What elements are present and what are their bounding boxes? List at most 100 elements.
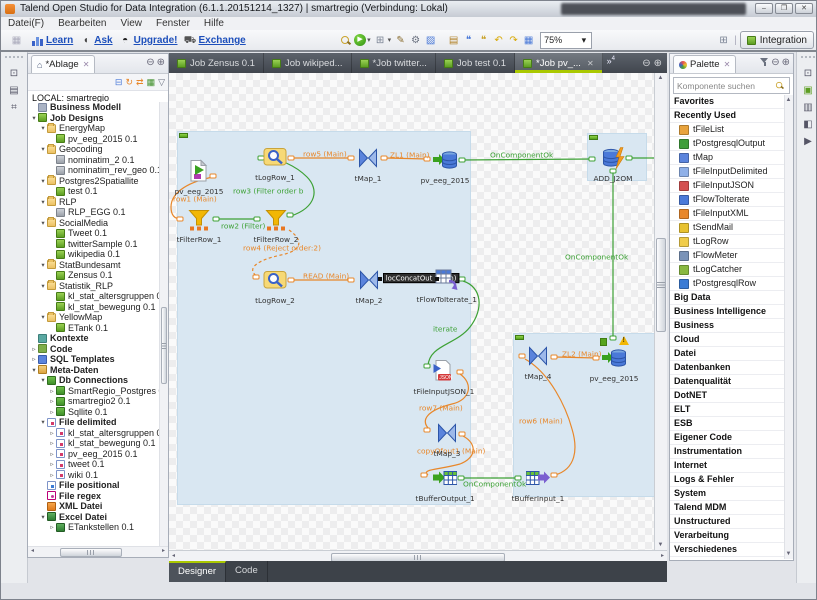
editor-tab-4[interactable]: Job test 0.1 [436,53,515,73]
view-menu-icon[interactable]: ▽ [158,75,165,89]
palette-item-tflowtoiterate[interactable]: tFlowToIterate [670,193,785,207]
palette-category-dotnet[interactable]: DotNET [670,389,785,403]
palette-category-datenqualit-t[interactable]: Datenqualität [670,375,785,389]
expander-closed-icon[interactable]: ▹ [48,397,56,405]
tab-designer[interactable]: Designer [169,561,226,582]
palette-item-tfileinputxml[interactable]: tFileInputXML [670,207,785,221]
fast-view-icon[interactable]: ▶ [800,135,816,149]
expander-open-icon[interactable]: ▾ [39,513,47,521]
link-label[interactable]: OnComponentOk [490,151,553,159]
minimize-view-icon[interactable]: ⊖ [771,57,779,68]
tab-code[interactable]: Code [226,561,268,582]
tab-ablage[interactable]: ⌂ *Ablage ✕ [31,55,95,73]
component-tLogRow_2[interactable]: tLogRow_2 [243,268,307,305]
tree-item-sqllite-0-1[interactable]: ▹Sqllite 0.1 [28,407,160,418]
selection-handle[interactable] [378,277,382,281]
tree-item-tweet-0-1[interactable]: Tweet 0.1 [28,228,160,239]
palette-item-tpostgresqlrow[interactable]: tPostgresqlRow [670,277,785,291]
import-items-icon[interactable]: ▤ [447,34,460,47]
maximize-view-icon[interactable]: ⊕ [654,58,662,69]
redo-icon[interactable]: ↷ [507,34,520,47]
expander-open-icon[interactable]: ▾ [39,124,47,132]
expander-closed-icon[interactable]: ▹ [30,345,38,353]
tree-item-xml-datei[interactable]: XML Datei [28,501,160,512]
component-pv_eeg_2015_file[interactable]: pv_eeg_2015 [169,159,231,196]
close-icon[interactable]: ✕ [724,60,731,69]
component-tMap_3[interactable]: tMap_3 [415,421,479,458]
scroll-right-icon[interactable]: ▸ [658,552,667,561]
palette-item-tflowmeter[interactable]: tFlowMeter [670,249,785,263]
component-tFileInputJSON_1[interactable]: JSONtFileInputJSON_1 [411,359,475,396]
expander-closed-icon[interactable]: ▹ [48,460,56,468]
close-icon[interactable]: ✕ [587,59,594,68]
import-export-icon[interactable]: ⇄ [136,75,144,89]
palette-category-unstructured[interactable]: Unstructured [670,515,785,529]
maximize-view-icon[interactable]: ⊕ [782,57,790,68]
palette-item-tfileinputdelimited[interactable]: tFileInputDelimited [670,165,785,179]
palette-item-tpostgresqloutput[interactable]: tPostgresqlOutput [670,137,785,151]
collapse-all-icon[interactable]: ⊟ [115,75,123,89]
run-caret-icon[interactable]: ▾ [367,36,371,44]
palette-category-verschiedenes[interactable]: Verschiedenes [670,543,785,557]
feedback-bubble-icon[interactable]: ❝ [462,34,475,47]
connection-caret-icon[interactable]: ▾ [388,36,392,44]
expander-closed-icon[interactable]: ▹ [48,450,56,458]
tree-item-kl-stat-altersgruppen-0[interactable]: kl_stat_altersgruppen 0 [28,291,160,302]
expander-closed-icon[interactable]: ▹ [48,523,56,531]
close-button[interactable]: ✕ [795,3,813,14]
strip-handle[interactable] [801,56,815,64]
tree-item-meta-daten[interactable]: ▾Meta-Daten [28,365,160,376]
job-design-canvas[interactable]: row1 (Main)row2 (Filter)row3 (Filter ord… [169,73,655,550]
menu-fenster[interactable]: Fenster [149,17,197,30]
job-view-icon[interactable]: ▣ [800,84,816,98]
tree-item-wiki-0-1[interactable]: ▹wiki 0.1 [28,470,160,481]
palette-category-esb[interactable]: ESB [670,417,785,431]
tree-item-excel-datei[interactable]: ▾Excel Datei [28,512,160,523]
connection-icon[interactable]: ⊞ [374,34,387,47]
tree-item-pv-eeg-2015-0-1[interactable]: ▹pv_eeg_2015 0.1 [28,449,160,460]
link-label[interactable]: row3 (Filter order b [233,187,303,195]
expander-closed-icon[interactable]: ▹ [48,471,56,479]
expander-open-icon[interactable]: ▾ [39,219,47,227]
expander-closed-icon[interactable]: ▹ [48,387,56,395]
palette-item-tlogrow[interactable]: tLogRow [670,235,785,249]
link-label[interactable]: row6 (Main) [519,417,563,425]
palette-category-eigener-code[interactable]: Eigener Code [670,431,785,445]
learn-link[interactable]: Learn [46,35,73,46]
component-tFilterRow_2[interactable]: tFilterRow_2 [244,207,308,244]
tree-item-job-designs[interactable]: ▾Job Designs [28,113,160,124]
tree-item-twittersample-0-1[interactable]: twitterSample 0.1 [28,239,160,250]
add-connection-icon[interactable]: ▦ [147,75,156,89]
find-component-icon[interactable] [340,35,351,46]
component-ADD_J2OM[interactable]: ADD_J2OM [581,146,645,183]
palette-item-tfileinputjson[interactable]: tFileInputJSON [670,179,785,193]
expander-open-icon[interactable]: ▾ [39,261,47,269]
tree-item-test-0-1[interactable]: test 0.1 [28,186,160,197]
tree-item-nominatim-2-0-1[interactable]: nominatim_2 0.1 [28,155,160,166]
restore-pane-icon[interactable]: ⊡ [800,67,816,81]
canvas-vertical-scrollbar[interactable]: ▲ ▼ [654,73,667,550]
refresh-icon[interactable]: ↻ [125,75,133,89]
palette-category-logs-fehler[interactable]: Logs & Fehler [670,473,785,487]
wrench-icon[interactable]: ⚙ [409,34,422,47]
link-label[interactable]: row1 (Main) [173,195,217,203]
tree-item-kl-stat-altersgruppen-0[interactable]: ▹kl_stat_altersgruppen 0 [28,428,160,439]
edit-properties-icon[interactable]: ✎ [394,34,407,47]
upgrade-link[interactable]: Upgrade! [134,35,178,46]
perspective-button-integration[interactable]: Integration [740,31,814,49]
expander-open-icon[interactable]: ▾ [39,145,47,153]
palette-view-icon[interactable]: ◧ [800,118,816,132]
tree-item-statistik-rlp[interactable]: ▾Statistik_RLP [28,281,160,292]
tree-item-kl-stat-bewegung-0-1[interactable]: ▹kl_stat_bewegung 0.1 [28,438,160,449]
tree-item-wikipedia-0-1[interactable]: wikipedia 0.1 [28,249,160,260]
palette-category-verarbeitung[interactable]: Verarbeitung [670,529,785,543]
tree-item-code[interactable]: ▹Code [28,344,160,355]
strip-handle[interactable] [5,56,23,64]
tree-item-business-modell[interactable]: Business Modell [28,102,160,113]
tree-item-file-delimited[interactable]: ▾File delimited [28,417,160,428]
menu-dateif[interactable]: Datei(F) [1,17,51,30]
palette-item-tsendmail[interactable]: tSendMail [670,221,785,235]
maximize-button[interactable]: ❐ [775,3,793,14]
expander-open-icon[interactable]: ▾ [39,313,47,321]
palette-category-datei[interactable]: Datei [670,347,785,361]
